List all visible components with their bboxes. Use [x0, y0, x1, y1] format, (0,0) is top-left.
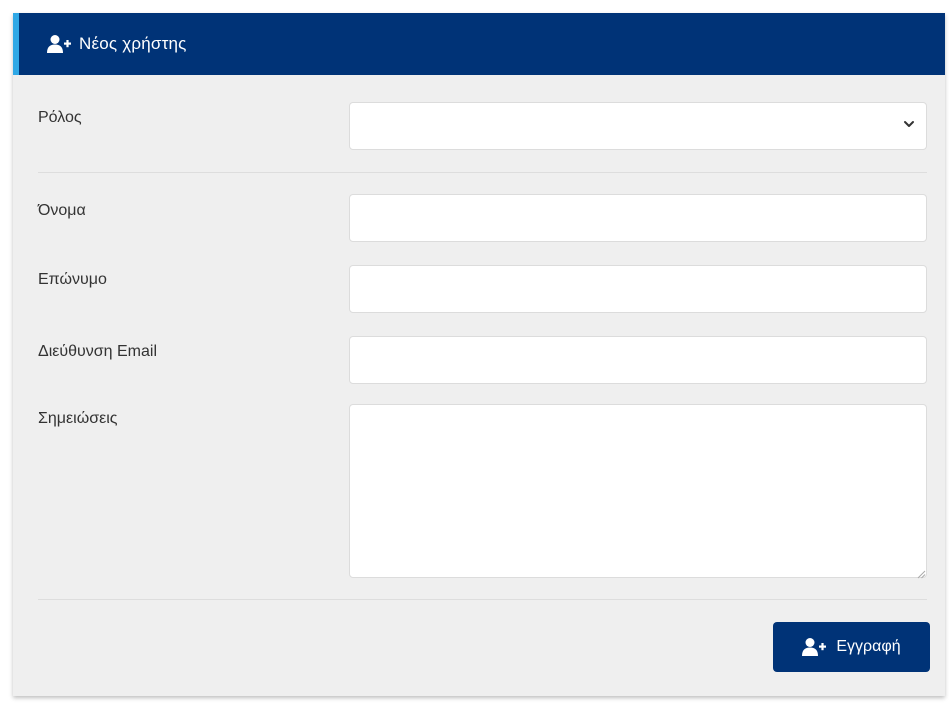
email-label: Διεύθυνση Email	[38, 343, 157, 360]
divider	[38, 599, 927, 600]
first-name-input[interactable]	[349, 194, 927, 242]
divider	[38, 172, 927, 173]
register-button[interactable]: Εγγραφή	[773, 622, 930, 672]
resize-grip-icon[interactable]	[916, 566, 926, 579]
role-select[interactable]	[349, 102, 927, 150]
role-label: Ρόλος	[38, 109, 82, 126]
chevron-down-icon	[902, 117, 916, 131]
user-plus-icon	[47, 34, 71, 54]
register-button-label: Εγγραφή	[836, 638, 901, 655]
last-name-label: Επώνυμο	[38, 271, 107, 288]
new-user-panel: Νέος χρήστης Ρόλος Όνομα Επώνυμο Διεύθυν…	[13, 13, 945, 696]
email-input[interactable]	[349, 336, 927, 384]
notes-label: Σημειώσεις	[38, 410, 118, 427]
user-plus-icon	[802, 637, 827, 657]
panel-header: Νέος χρήστης	[13, 13, 945, 75]
panel-title: Νέος χρήστης	[79, 34, 187, 53]
last-name-input[interactable]	[349, 265, 927, 313]
first-name-label: Όνομα	[38, 202, 86, 219]
notes-textarea[interactable]	[349, 404, 927, 578]
